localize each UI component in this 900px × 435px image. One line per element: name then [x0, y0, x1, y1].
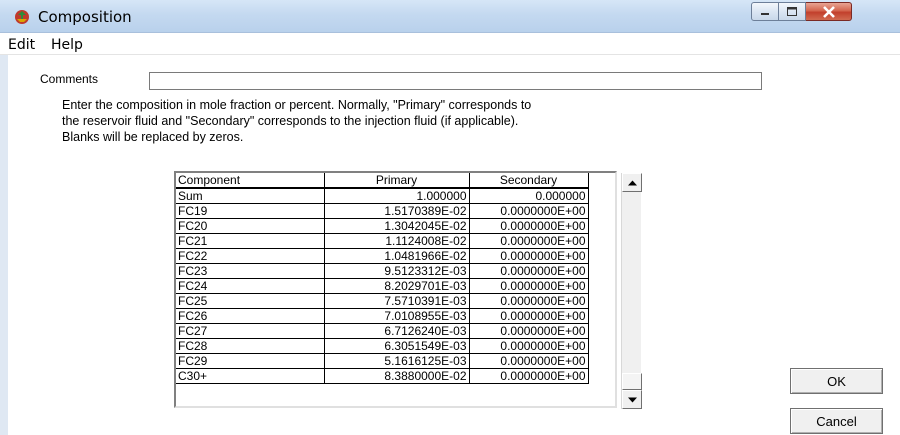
- secondary-cell[interactable]: 0.0000000E+00: [469, 308, 589, 324]
- primary-cell[interactable]: 1.5170389E-02: [324, 203, 470, 219]
- table-row: FC19 1.5170389E-02 0.0000000E+00: [176, 203, 589, 219]
- secondary-cell[interactable]: 0.0000000E+00: [469, 218, 589, 234]
- composition-app-icon: [15, 10, 29, 24]
- window-left-border: [0, 55, 8, 435]
- table-row: FC28 6.3051549E-03 0.0000000E+00: [176, 338, 589, 354]
- primary-cell[interactable]: 5.1616125E-03: [324, 353, 470, 369]
- instructions-line: Blanks will be replaced by zeros.: [62, 130, 244, 144]
- primary-cell[interactable]: 6.7126240E-03: [324, 323, 470, 339]
- component-cell[interactable]: FC20: [176, 218, 325, 234]
- maximize-button[interactable]: [779, 2, 806, 21]
- primary-cell[interactable]: 7.0108955E-03: [324, 308, 470, 324]
- primary-cell[interactable]: 1.000000: [324, 188, 470, 204]
- secondary-cell[interactable]: 0.0000000E+00: [469, 263, 589, 279]
- secondary-cell[interactable]: 0.0000000E+00: [469, 233, 589, 249]
- primary-cell[interactable]: 1.0481966E-02: [324, 248, 470, 264]
- component-cell[interactable]: FC28: [176, 338, 325, 354]
- cancel-button[interactable]: Cancel: [790, 408, 883, 434]
- secondary-cell[interactable]: 0.0000000E+00: [469, 248, 589, 264]
- component-cell[interactable]: Sum: [176, 188, 325, 204]
- component-cell[interactable]: C30+: [176, 368, 325, 384]
- secondary-cell[interactable]: 0.0000000E+00: [469, 353, 589, 369]
- instructions-line: Enter the composition in mole fraction o…: [62, 98, 532, 112]
- component-cell[interactable]: FC19: [176, 203, 325, 219]
- table-row: FC23 9.5123312E-03 0.0000000E+00: [176, 263, 589, 279]
- component-cell[interactable]: FC22: [176, 248, 325, 264]
- secondary-cell[interactable]: 0.0000000E+00: [469, 293, 589, 309]
- primary-cell[interactable]: 9.5123312E-03: [324, 263, 470, 279]
- secondary-cell[interactable]: 0.0000000E+00: [469, 338, 589, 354]
- scrollbar-thumb[interactable]: [622, 373, 642, 390]
- table-header-row: Component Primary Secondary: [176, 173, 589, 189]
- arrow-down-icon: [627, 397, 637, 402]
- table-row: FC21 1.1124008E-02 0.0000000E+00: [176, 233, 589, 249]
- table-row: FC22 1.0481966E-02 0.0000000E+00: [176, 248, 589, 264]
- menu-edit[interactable]: Edit: [8, 37, 35, 53]
- menu-bar: Edit Help: [0, 33, 900, 55]
- component-cell[interactable]: FC29: [176, 353, 325, 369]
- primary-cell[interactable]: 8.2029701E-03: [324, 278, 470, 294]
- table-row: FC29 5.1616125E-03 0.0000000E+00: [176, 353, 589, 369]
- component-cell[interactable]: FC24: [176, 278, 325, 294]
- component-cell[interactable]: FC26: [176, 308, 325, 324]
- window-title: Composition: [38, 8, 132, 26]
- table-row: FC26 7.0108955E-03 0.0000000E+00: [176, 308, 589, 324]
- arrow-up-icon: [627, 180, 637, 185]
- primary-cell[interactable]: 1.3042045E-02: [324, 218, 470, 234]
- secondary-cell[interactable]: 0.000000: [469, 188, 589, 204]
- instructions-line: the reservoir fluid and "Secondary" corr…: [62, 114, 519, 128]
- scroll-down-button[interactable]: [622, 390, 642, 409]
- table-row: Sum 1.000000 0.000000: [176, 188, 589, 204]
- primary-cell[interactable]: 6.3051549E-03: [324, 338, 470, 354]
- column-header-primary[interactable]: Primary: [324, 173, 470, 189]
- primary-cell[interactable]: 7.5710391E-03: [324, 293, 470, 309]
- primary-cell[interactable]: 8.3880000E-02: [324, 368, 470, 384]
- component-cell[interactable]: FC21: [176, 233, 325, 249]
- composition-table: Component Primary Secondary Sum 1.000000 0…: [176, 173, 589, 384]
- composition-grid[interactable]: Component Primary Secondary Sum 1.000000 0…: [174, 171, 617, 408]
- component-cell[interactable]: FC23: [176, 263, 325, 279]
- secondary-cell[interactable]: 0.0000000E+00: [469, 323, 589, 339]
- scroll-up-button[interactable]: [622, 173, 642, 192]
- menu-help[interactable]: Help: [51, 37, 83, 53]
- secondary-cell[interactable]: 0.0000000E+00: [469, 278, 589, 294]
- minimize-icon: [761, 12, 769, 15]
- minimize-button[interactable]: [751, 2, 779, 21]
- column-header-secondary[interactable]: Secondary: [469, 173, 589, 189]
- table-row: FC27 6.7126240E-03 0.0000000E+00: [176, 323, 589, 339]
- vertical-scrollbar[interactable]: [621, 173, 642, 409]
- instructions-text: Enter the composition in mole fraction o…: [62, 97, 531, 145]
- table-row: FC24 8.2029701E-03 0.0000000E+00: [176, 278, 589, 294]
- table-row: FC25 7.5710391E-03 0.0000000E+00: [176, 293, 589, 309]
- component-cell[interactable]: FC25: [176, 293, 325, 309]
- table-row: FC20 1.3042045E-02 0.0000000E+00: [176, 218, 589, 234]
- secondary-cell[interactable]: 0.0000000E+00: [469, 203, 589, 219]
- close-button[interactable]: [806, 2, 852, 21]
- comments-input[interactable]: [149, 72, 762, 90]
- component-cell[interactable]: FC27: [176, 323, 325, 339]
- comments-label: Comments: [40, 72, 99, 86]
- ok-button[interactable]: OK: [790, 368, 883, 394]
- table-row: C30+ 8.3880000E-02 0.0000000E+00: [176, 368, 589, 384]
- close-icon: [822, 5, 835, 18]
- secondary-cell[interactable]: 0.0000000E+00: [469, 368, 589, 384]
- column-header-component[interactable]: Component: [176, 173, 325, 189]
- maximize-icon: [787, 7, 797, 16]
- primary-cell[interactable]: 1.1124008E-02: [324, 233, 470, 249]
- title-bar[interactable]: Composition: [0, 0, 900, 33]
